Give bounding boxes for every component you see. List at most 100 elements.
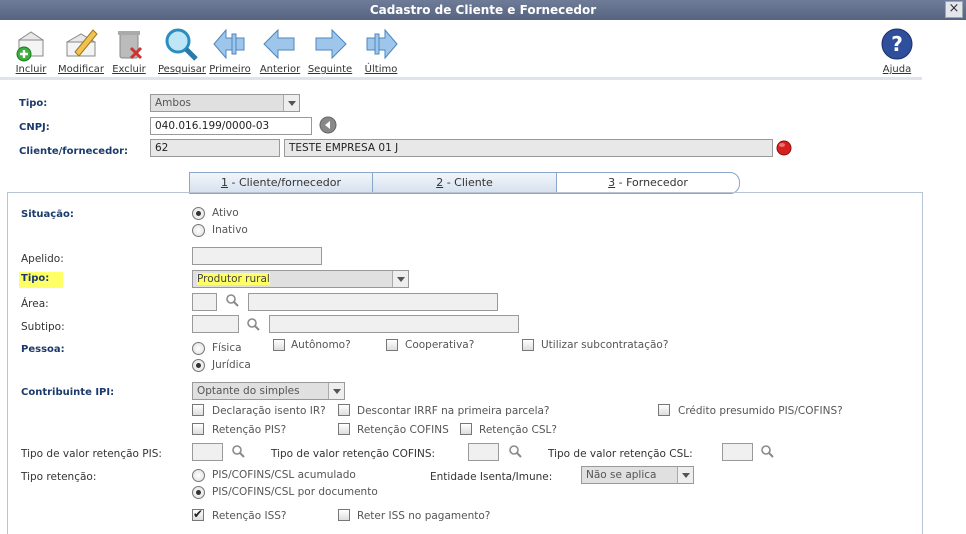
situacao-label: Situação: [21,209,74,220]
tipo-ret-documento-label: PIS/COFINS/CSL por documento [212,486,378,498]
chevron-down-icon [328,383,344,399]
situacao-ativo-label: Ativo [212,207,239,219]
search-icon[interactable] [508,444,522,458]
primeiro-label: Primeiro [209,64,251,75]
reter-iss-label: Reter ISS no pagamento? [357,510,491,522]
cliente-code-input[interactable]: 62 [150,139,280,157]
tab-1-number: 1 [220,176,228,189]
previous-arrow-icon [262,26,298,62]
tab-cliente[interactable]: 2 - Cliente [372,172,557,194]
decl-isento-label: Declaração isento IR? [212,405,326,417]
situacao-inativo-radio[interactable] [192,224,205,237]
cliente-label: Cliente/fornecedor: [19,146,129,157]
descontar-irrf-label: Descontar IRRF na primeira parcela? [357,405,550,417]
entidade-select[interactable]: Não se aplica [581,466,694,484]
anterior-button[interactable]: Anterior [257,22,303,75]
tipo-label: Tipo: [19,98,48,109]
ultimo-label: Último [364,64,398,75]
cooperativa-label: Cooperativa? [405,339,475,351]
subcontratacao-checkbox[interactable] [522,339,534,351]
credito-presumido-checkbox[interactable] [658,404,670,416]
decl-isento-checkbox[interactable] [192,404,204,416]
retencao-pis-checkbox[interactable] [192,423,204,435]
area-code-input[interactable] [192,293,217,311]
subtipo-desc-input[interactable] [269,315,519,333]
tipo-form-select[interactable]: Produtor rural [192,270,409,288]
tipo-valor-csl-input[interactable] [722,443,753,461]
pesquisar-label: Pesquisar [158,64,206,75]
edit-icon [63,26,99,62]
tipo-ret-documento-radio[interactable] [192,486,205,499]
modificar-button[interactable]: Modificar [58,22,104,75]
pessoa-fisica-radio[interactable] [192,342,205,355]
primeiro-button[interactable]: Primeiro [207,22,253,75]
status-red-icon [776,140,792,156]
retencao-csl-checkbox[interactable] [460,423,472,435]
subtipo-label: Subtipo: [21,321,65,333]
apelido-label: Apelido: [21,253,64,265]
tipo-ret-acumulado-radio[interactable] [192,469,205,482]
autonomo-checkbox[interactable] [273,339,285,351]
search-icon[interactable] [231,444,245,458]
cliente-name-input[interactable]: TESTE EMPRESA 01 J [284,139,773,157]
close-button[interactable]: × [945,1,963,18]
situacao-ativo-radio[interactable] [192,207,205,220]
tipo-form-label: Tipo: [19,272,63,288]
tipo-valor-cofins-input[interactable] [468,443,499,461]
search-icon[interactable] [246,317,260,331]
tipo-valor-pis-input[interactable] [192,443,223,461]
first-arrow-icon [212,26,248,62]
tab-cliente-fornecedor[interactable]: 1 - Cliente/fornecedor [189,172,373,194]
tipo-valor-csl-label: Tipo de valor retenção CSL: [548,448,693,460]
area-desc-input[interactable] [248,293,498,311]
excluir-button[interactable]: Excluir [106,22,152,75]
retencao-pis-label: Retenção PIS? [212,424,287,436]
contribuinte-select[interactable]: Optante do simples [192,382,345,400]
help-icon: ? [879,26,915,62]
seguinte-button[interactable]: Seguinte [307,22,353,75]
svg-text:?: ? [891,32,903,56]
entidade-label: Entidade Isenta/Imune: [430,471,553,483]
credito-presumido-label: Crédito presumido PIS/COFINS? [678,405,843,417]
search-icon[interactable] [760,444,774,458]
apelido-input[interactable] [192,247,322,265]
chevron-down-icon [392,271,408,287]
retencao-cofins-checkbox[interactable] [338,423,350,435]
pessoa-juridica-label: Jurídica [212,359,251,371]
subcontratacao-label: Utilizar subcontratação? [541,339,669,351]
add-icon [13,26,49,62]
contribuinte-label: Contribuinte IPI: [21,387,115,398]
search-icon[interactable] [225,293,239,307]
tab-3-label: - Fornecedor [615,176,688,189]
pesquisar-button[interactable]: Pesquisar [158,22,206,75]
reter-iss-checkbox[interactable] [338,509,350,521]
pessoa-juridica-radio[interactable] [192,359,205,372]
tipo-valor-pis-label: Tipo de valor retenção PIS: [21,448,162,460]
incluir-button[interactable]: Incluir [8,22,54,75]
next-arrow-icon [312,26,348,62]
retencao-iss-label: Retenção ISS? [212,510,287,522]
ultimo-button[interactable]: Último [358,22,404,75]
tipo-valor-cofins-label: Tipo de valor retenção COFINS: [271,448,436,460]
tab-fornecedor[interactable]: 3 - Fornecedor [556,172,740,194]
cooperativa-checkbox[interactable] [386,339,398,351]
ajuda-button[interactable]: ? Ajuda [874,22,920,75]
chevron-down-icon [283,95,299,111]
tipo-select[interactable]: Ambos [150,94,300,112]
cnpj-input[interactable]: 040.016.199/0000-03 [150,117,312,135]
tab-1-label: - Cliente/fornecedor [227,176,341,189]
descontar-irrf-checkbox[interactable] [338,404,350,416]
subtipo-code-input[interactable] [192,315,239,333]
entidade-value: Não se aplica [586,469,657,481]
anterior-label: Anterior [259,64,301,75]
search-icon [163,26,199,62]
tipo-ret-acumulado-label: PIS/COFINS/CSL acumulado [212,469,356,481]
pessoa-label: Pessoa: [21,344,65,355]
toolbar-divider [0,77,922,80]
modificar-label: Modificar [58,64,104,75]
retencao-iss-checkbox[interactable] [192,507,204,521]
cnpj-lookup-icon[interactable] [319,116,337,134]
cnpj-label: CNPJ: [19,122,50,133]
tipo-form-value: Produtor rural [197,273,270,285]
trash-icon [111,26,147,62]
